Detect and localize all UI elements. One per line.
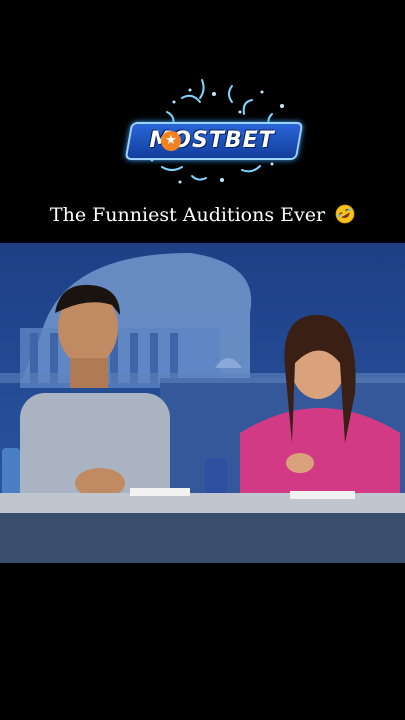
video-caption: The Funniest Auditions Ever	[0, 200, 405, 230]
video-frame[interactable]	[0, 243, 405, 563]
video-still-image	[0, 243, 405, 563]
can-center	[205, 458, 227, 498]
brand-logo: MOSTBET ★	[122, 72, 304, 192]
logo-brand-text: MOSTBET	[149, 128, 275, 153]
rolling-laughing-emoji-icon	[335, 204, 355, 224]
water-bottle-left	[2, 448, 20, 498]
caption-text: The Funniest Auditions Ever	[49, 204, 326, 226]
star-icon: ★	[161, 131, 181, 151]
